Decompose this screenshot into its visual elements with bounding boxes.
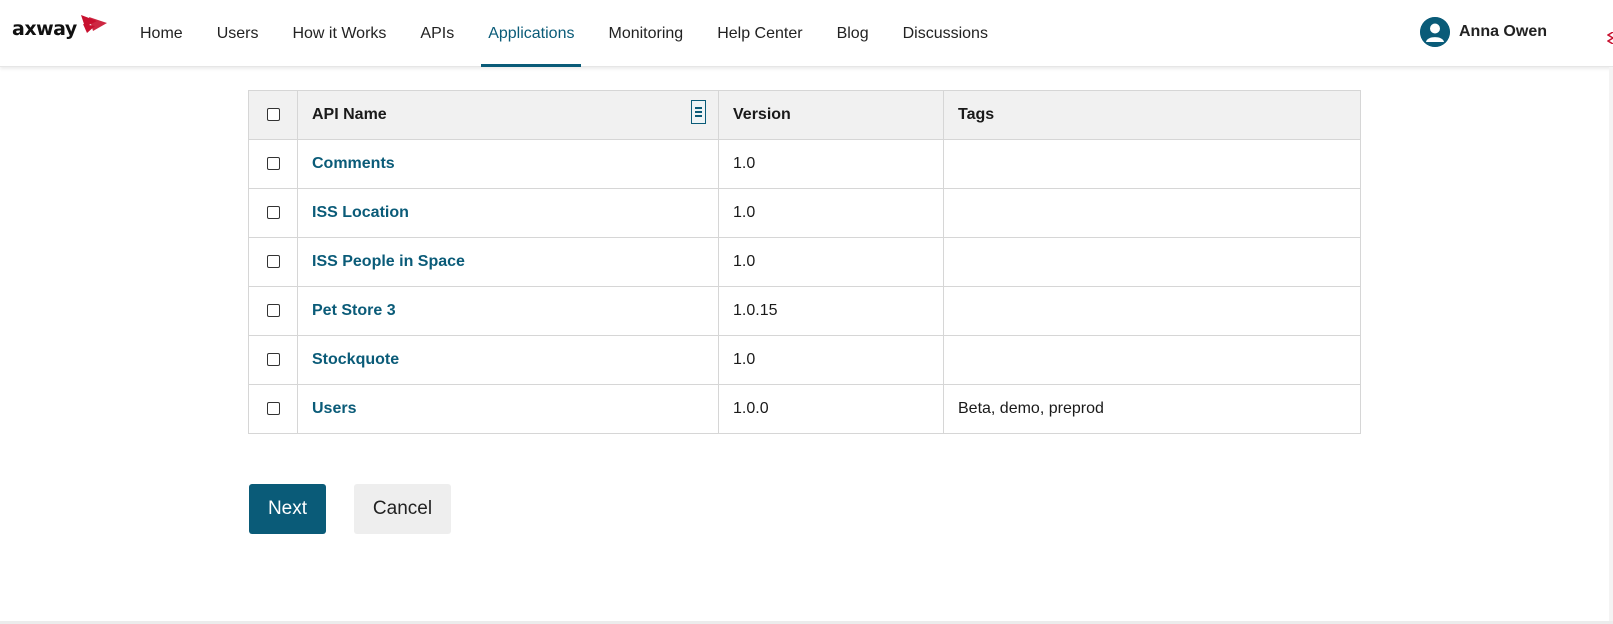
row-checkbox[interactable]	[266, 402, 280, 416]
select-all-checkbox[interactable]	[266, 108, 280, 122]
nav-item-how-it-works[interactable]: How it Works	[275, 0, 403, 67]
nav-item-discussions[interactable]: Discussions	[886, 0, 1005, 67]
column-header-version: Version	[718, 90, 944, 140]
api-name-link[interactable]: Stockquote	[312, 351, 399, 368]
api-version-cell: 1.0	[718, 139, 944, 189]
row-checkbox[interactable]	[266, 353, 280, 367]
top-navigation-bar: axway Home Users How it Works APIs Appli…	[0, 0, 1613, 67]
edge-mark-icon	[1607, 32, 1613, 44]
table-row: Comments 1.0	[248, 139, 1361, 189]
nav-item-blog[interactable]: Blog	[820, 0, 886, 67]
nav-item-help-center[interactable]: Help Center	[700, 0, 819, 67]
nav-item-label: Discussions	[902, 24, 988, 42]
api-tags-cell	[943, 139, 1361, 189]
user-name: Anna Owen	[1458, 23, 1547, 40]
api-version-cell: 1.0	[718, 188, 944, 238]
select-all-cell	[248, 90, 298, 140]
column-header-label: Version	[733, 106, 791, 123]
row-checkbox[interactable]	[266, 157, 280, 171]
nav-item-apis[interactable]: APIs	[403, 0, 471, 67]
table-row: Stockquote 1.0	[248, 335, 1361, 385]
api-tags-cell	[943, 188, 1361, 238]
table-row: Users 1.0.0 Beta, demo, preprod	[248, 384, 1361, 434]
api-version-cell: 1.0	[718, 335, 944, 385]
nav-item-applications[interactable]: Applications	[471, 0, 591, 67]
row-checkbox-cell	[248, 384, 298, 434]
api-name-link[interactable]: Users	[312, 400, 356, 417]
api-tags-cell	[943, 286, 1361, 336]
nav-item-label: How it Works	[292, 24, 387, 42]
user-avatar-icon	[1419, 17, 1450, 47]
cancel-button[interactable]: Cancel	[354, 484, 451, 534]
nav-item-users[interactable]: Users	[200, 0, 276, 67]
row-checkbox[interactable]	[266, 304, 280, 318]
row-checkbox[interactable]	[266, 206, 280, 220]
next-button[interactable]: Next	[249, 484, 326, 534]
main-nav: Home Users How it Works APIs Application…	[123, 0, 1005, 67]
page-scrollbar[interactable]	[1609, 67, 1613, 624]
api-name-cell: Stockquote	[297, 335, 719, 385]
nav-item-label: Monitoring	[608, 24, 684, 42]
api-version-cell: 1.0	[718, 237, 944, 287]
api-version-cell: 1.0.0	[718, 384, 944, 434]
column-header-label: API Name	[312, 106, 387, 123]
table-header-row: API Name Version Tags	[248, 90, 1361, 140]
column-header-tags: Tags	[943, 90, 1361, 140]
nav-item-label: Blog	[836, 24, 869, 42]
logo-wordmark: axway	[12, 18, 77, 40]
nav-item-label: APIs	[420, 24, 455, 42]
api-name-cell: ISS Location	[297, 188, 719, 238]
nav-item-label: Users	[216, 24, 259, 42]
api-tags-cell: Beta, demo, preprod	[943, 384, 1361, 434]
nav-item-home[interactable]: Home	[123, 0, 200, 67]
table-row: ISS Location 1.0	[248, 188, 1361, 238]
api-name-cell: ISS People in Space	[297, 237, 719, 287]
api-version-cell: 1.0.15	[718, 286, 944, 336]
row-checkbox[interactable]	[266, 255, 280, 269]
api-name-cell: Pet Store 3	[297, 286, 719, 336]
api-name-cell: Users	[297, 384, 719, 434]
column-settings-icon[interactable]	[691, 100, 706, 124]
api-tags-cell	[943, 237, 1361, 287]
column-header-api-name: API Name	[297, 90, 719, 140]
nav-item-label: Applications	[488, 24, 575, 42]
axway-logo-mark-icon	[80, 15, 107, 33]
row-checkbox-cell	[248, 286, 298, 336]
table-row: Pet Store 3 1.0.15	[248, 286, 1361, 336]
api-name-link[interactable]: ISS Location	[312, 204, 409, 221]
api-selection-table: API Name Version Tags Comments 1.0 ISS L…	[248, 90, 1361, 434]
api-name-link[interactable]: ISS People in Space	[312, 253, 465, 270]
api-name-link[interactable]: Comments	[312, 155, 395, 172]
row-checkbox-cell	[248, 139, 298, 189]
column-header-label: Tags	[958, 106, 995, 123]
user-menu[interactable]: Anna Owen	[1419, 17, 1547, 47]
row-checkbox-cell	[248, 335, 298, 385]
table-row: ISS People in Space 1.0	[248, 237, 1361, 287]
nav-item-label: Help Center	[717, 24, 803, 42]
row-checkbox-cell	[248, 237, 298, 287]
api-name-cell: Comments	[297, 139, 719, 189]
row-checkbox-cell	[248, 188, 298, 238]
nav-item-label: Home	[140, 24, 183, 42]
api-name-link[interactable]: Pet Store 3	[312, 302, 396, 319]
api-tags-cell	[943, 335, 1361, 385]
nav-item-monitoring[interactable]: Monitoring	[591, 0, 700, 67]
axway-logo[interactable]: axway	[12, 14, 109, 44]
